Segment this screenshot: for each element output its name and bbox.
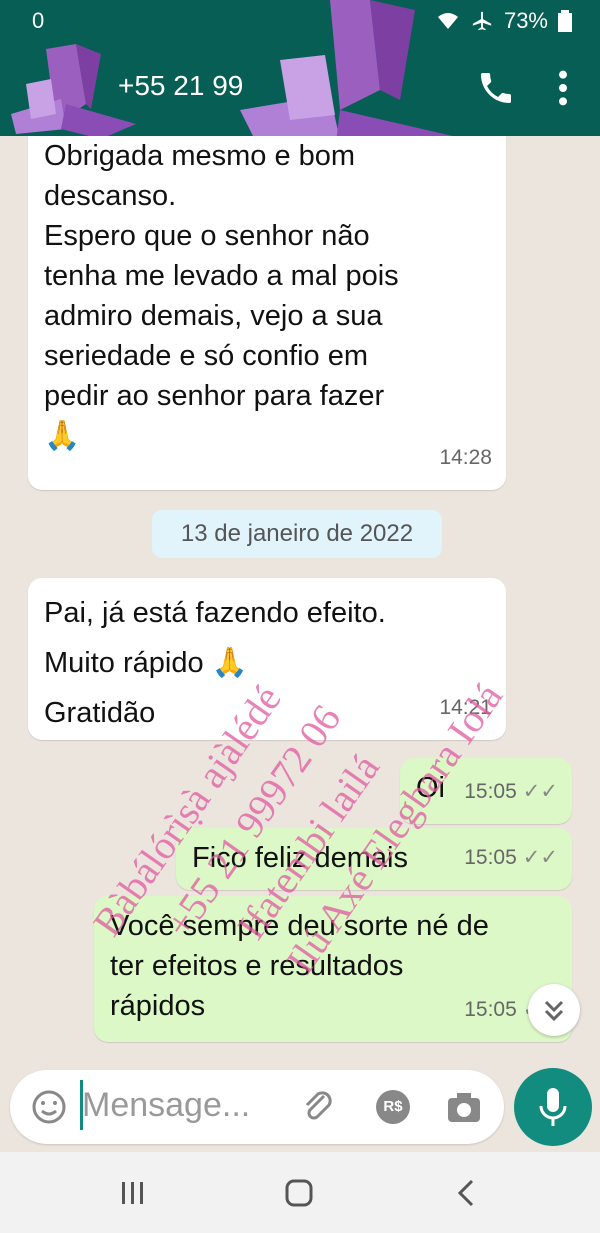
status-time: 0 [32,8,45,33]
message-meta: 15:05✓✓ [464,772,558,812]
emoji-icon[interactable] [30,1088,68,1126]
battery-icon [558,10,572,32]
scroll-down-button[interactable] [528,984,580,1036]
airplane-icon [472,11,492,31]
mic-icon [539,1088,567,1126]
message-incoming[interactable]: Obrigada mesmo e bom descanso. Espero qu… [28,136,506,490]
mic-button[interactable] [514,1068,592,1146]
attach-icon[interactable] [300,1088,336,1126]
battery-percent: 73% [503,8,548,33]
message-time: 14:21 [439,696,492,719]
double-check-icon: ✓✓ [522,780,558,803]
message-input[interactable]: Mensage... [82,1086,250,1125]
message-time: 15:05 [464,998,517,1021]
home-icon[interactable] [284,1178,314,1208]
recents-icon[interactable] [118,1178,148,1208]
message-outgoing[interactable]: Fico feliz demais 15:05 ✓✓ [176,828,572,890]
camera-icon[interactable] [446,1090,482,1124]
message-outgoing[interactable]: Oi 15:05 ✓✓ [400,758,572,824]
contact-name[interactable]: +55 21 99 [118,70,243,102]
message-time: 14:28 [439,446,492,469]
message-time: 15:05 [464,780,517,803]
payment-icon[interactable]: R$ [376,1090,410,1124]
more-icon[interactable] [548,68,578,108]
message-text: Pai, já está fazendo efeito. Muito rápid… [44,597,386,729]
double-check-icon: ✓✓ [522,846,558,869]
back-icon[interactable] [452,1178,482,1208]
message-meta: 15:05✓✓ [464,838,558,878]
chat-area[interactable]: Obrigada mesmo e bom descanso. Espero qu… [0,136,600,1068]
message-input-bar[interactable]: Mensage... R$ [10,1070,504,1144]
message-text: Obrigada mesmo e bom descanso. Espero qu… [44,140,399,452]
message-meta: 14:28 [439,438,492,478]
message-incoming[interactable]: Pai, já está fazendo efeito. Muito rápid… [28,578,506,740]
chevron-down-icon [544,1000,564,1022]
message-text: Fico feliz demais [192,842,408,874]
call-icon[interactable] [476,68,516,108]
system-nav-bar [0,1152,600,1233]
message-text: Oi [416,772,445,804]
message-outgoing[interactable]: Você sempre deu sorte né de ter efeitos … [94,896,572,1042]
message-text: Você sempre deu sorte né de ter efeitos … [110,910,489,1022]
message-time: 15:05 [464,846,517,869]
chat-header: +55 21 99 [0,0,600,175]
date-divider: 13 de janeiro de 2022 [152,510,442,558]
message-meta: 14:21 [439,688,492,728]
